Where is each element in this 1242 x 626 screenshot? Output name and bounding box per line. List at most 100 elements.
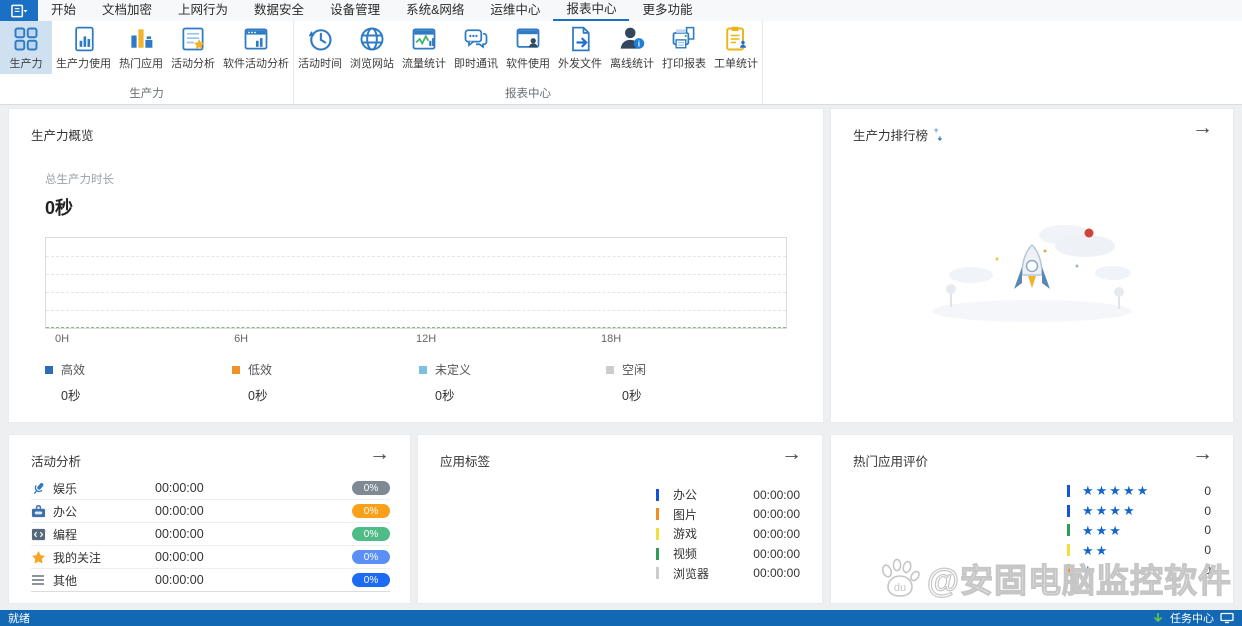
task-center-label: 任务中心 bbox=[1170, 613, 1214, 625]
tab-start[interactable]: 开始 bbox=[38, 0, 89, 21]
ribbon-item-hot-apps[interactable]: 热门应用 bbox=[115, 21, 167, 74]
activity-row[interactable]: 办公 00:00:00 0% bbox=[31, 500, 390, 523]
star-rating: ★ bbox=[1082, 562, 1096, 578]
rating-row[interactable]: ★★★ 0 bbox=[1067, 521, 1211, 541]
app-tag-row[interactable]: 办公 00:00:00 bbox=[656, 485, 800, 505]
tab-internet-behavior[interactable]: 上网行为 bbox=[165, 0, 241, 21]
ribbon-item-traffic-stats[interactable]: 流量统计 bbox=[398, 21, 450, 74]
total-productivity-stat: 总生产力时长 0秒 bbox=[45, 171, 114, 220]
ribbon-item-activity-time[interactable]: 活动时间 bbox=[294, 21, 346, 74]
tab-system-network[interactable]: 系统&网络 bbox=[393, 0, 477, 21]
legend-item: 空闲 0秒 bbox=[606, 361, 793, 404]
rating-count: 0 bbox=[1204, 483, 1211, 498]
ribbon-group-report-center: 活动时间 浏览网站 流量统计 即时通讯 软件使用 外发文件 i 离线统计 打印报… bbox=[294, 21, 763, 104]
ribbon-item-label: 浏览网站 bbox=[350, 58, 394, 70]
percent-badge: 0% bbox=[352, 550, 390, 564]
open-activity-arrow[interactable]: → bbox=[369, 443, 390, 464]
star-rating: ★★★★ bbox=[1082, 503, 1137, 519]
ribbon-item-offline-stats[interactable]: i 离线统计 bbox=[606, 21, 658, 74]
app-tag-row[interactable]: 图片 00:00:00 bbox=[656, 505, 800, 525]
activity-row[interactable]: 娱乐 00:00:00 0% bbox=[31, 477, 390, 500]
star-rating: ★★★ bbox=[1082, 522, 1123, 538]
ribbon-item-workorder-stats[interactable]: 工单统计 bbox=[710, 21, 762, 74]
ribbon-item-label: 工单统计 bbox=[714, 58, 758, 70]
panel-title: 活动分析 bbox=[31, 455, 82, 469]
briefcase-icon bbox=[31, 504, 46, 517]
empty-state-rocket-illustration bbox=[932, 225, 1132, 322]
ribbon-item-productivity[interactable]: 生产力 bbox=[0, 21, 52, 74]
doc-star-icon bbox=[182, 27, 205, 51]
ribbon-item-print-report[interactable]: 打印报表 bbox=[658, 21, 710, 74]
tab-device-management[interactable]: 设备管理 bbox=[317, 0, 393, 21]
ribbon-item-label: 活动分析 bbox=[171, 58, 215, 70]
panel-title: 热门应用评价 bbox=[853, 455, 929, 469]
hot-app-ratings-panel: 热门应用评价 → ★★★★★ 0 ★★★★ 0 ★★★ 0 ★★ 0 ★ 0 bbox=[830, 434, 1234, 604]
tab-data-security[interactable]: 数据安全 bbox=[241, 0, 317, 21]
tab-report-center[interactable]: 报表中心 bbox=[553, 0, 630, 21]
app-tag-row[interactable]: 游戏 00:00:00 bbox=[656, 524, 800, 544]
app-window-icon bbox=[10, 4, 27, 17]
monitor-icon[interactable] bbox=[1220, 612, 1234, 624]
open-ranking-arrow[interactable]: → bbox=[1192, 117, 1213, 138]
ribbon-item-outgoing-files[interactable]: 外发文件 bbox=[554, 21, 606, 74]
doc-chart-icon bbox=[74, 26, 94, 52]
tag-color-bar bbox=[656, 488, 659, 501]
offline-user-icon: i bbox=[620, 27, 645, 49]
app-menu-button[interactable] bbox=[0, 0, 38, 21]
open-ratings-arrow[interactable]: → bbox=[1192, 443, 1213, 464]
open-app-tags-arrow[interactable]: → bbox=[781, 443, 802, 464]
rating-row[interactable]: ★★★★★ 0 bbox=[1067, 481, 1211, 501]
tag-color-bar bbox=[656, 508, 659, 521]
star-rating: ★★★★★ bbox=[1082, 483, 1151, 499]
tab-ops-center[interactable]: 运维中心 bbox=[477, 0, 553, 21]
ribbon-item-instant-messaging[interactable]: 即时通讯 bbox=[450, 21, 502, 74]
chat-icon bbox=[464, 29, 488, 49]
clock-icon bbox=[308, 29, 332, 51]
task-center-button[interactable]: 任务中心 bbox=[1152, 610, 1242, 626]
rating-color-bar bbox=[1067, 504, 1070, 517]
stat-value: 0秒 bbox=[45, 198, 74, 218]
activity-time: 00:00:00 bbox=[155, 504, 204, 518]
legend-label: 低效 bbox=[248, 363, 273, 377]
ribbon-item-label: 流量统计 bbox=[402, 58, 446, 70]
activity-row[interactable]: 我的关注 00:00:00 0% bbox=[31, 546, 390, 569]
ribbon-item-label: 热门应用 bbox=[119, 58, 163, 70]
x-axis-line bbox=[46, 327, 786, 328]
activity-time: 00:00:00 bbox=[155, 527, 204, 541]
app-tags-panel: 应用标签 → 办公 00:00:00 图片 00:00:00 游戏 00:00:… bbox=[417, 434, 823, 604]
rating-row[interactable]: ★★ 0 bbox=[1067, 540, 1211, 560]
legend-value: 0秒 bbox=[435, 389, 455, 403]
activity-label: 娱乐 bbox=[53, 481, 78, 496]
ribbon-item-software-usage[interactable]: 软件使用 bbox=[502, 21, 554, 74]
legend-label: 未定义 bbox=[435, 363, 472, 377]
rating-row[interactable]: ★★★★ 0 bbox=[1067, 501, 1211, 521]
activity-row[interactable]: 编程 00:00:00 0% bbox=[31, 523, 390, 546]
legend-swatch bbox=[45, 365, 53, 374]
x-tick: 0H bbox=[55, 333, 70, 345]
ribbon-item-productivity-usage[interactable]: 生产力使用 bbox=[52, 21, 115, 74]
app-tag-row[interactable]: 视频 00:00:00 bbox=[656, 544, 800, 564]
rating-row[interactable]: ★ 0 bbox=[1067, 560, 1211, 580]
ribbon-item-browse-websites[interactable]: 浏览网站 bbox=[346, 21, 398, 74]
tab-more-features[interactable]: 更多功能 bbox=[629, 0, 705, 21]
tab-doc-encryption[interactable]: 文档加密 bbox=[89, 0, 165, 21]
ribbon-item-activity-analysis[interactable]: 活动分析 bbox=[167, 21, 219, 74]
app-tag-row[interactable]: 浏览器 00:00:00 bbox=[656, 563, 800, 583]
rating-color-bar bbox=[1067, 544, 1070, 557]
legend-swatch bbox=[232, 365, 240, 374]
activity-time: 00:00:00 bbox=[155, 573, 204, 587]
x-axis-ticks: 0H 6H 12H 18H bbox=[45, 333, 785, 347]
activity-label: 我的关注 bbox=[53, 550, 102, 565]
ribbon-item-label: 软件活动分析 bbox=[223, 58, 289, 70]
ribbon-item-software-activity[interactable]: 软件活动分析 bbox=[219, 21, 293, 74]
stat-label: 总生产力时长 bbox=[45, 174, 114, 186]
activity-row[interactable]: 其他 00:00:00 0% bbox=[31, 569, 390, 592]
legend-value: 0秒 bbox=[61, 389, 81, 403]
sort-icon[interactable] bbox=[933, 128, 943, 141]
ribbon-item-label: 打印报表 bbox=[662, 58, 706, 70]
activity-label: 办公 bbox=[53, 504, 78, 519]
activity-analysis-panel: 活动分析 → 娱乐 00:00:00 0% 办公 00:00:00 0% 编程 … bbox=[8, 434, 411, 604]
printer-icon bbox=[672, 26, 695, 49]
tag-time: 00:00:00 bbox=[753, 507, 800, 522]
tag-label: 视频 bbox=[673, 547, 698, 562]
